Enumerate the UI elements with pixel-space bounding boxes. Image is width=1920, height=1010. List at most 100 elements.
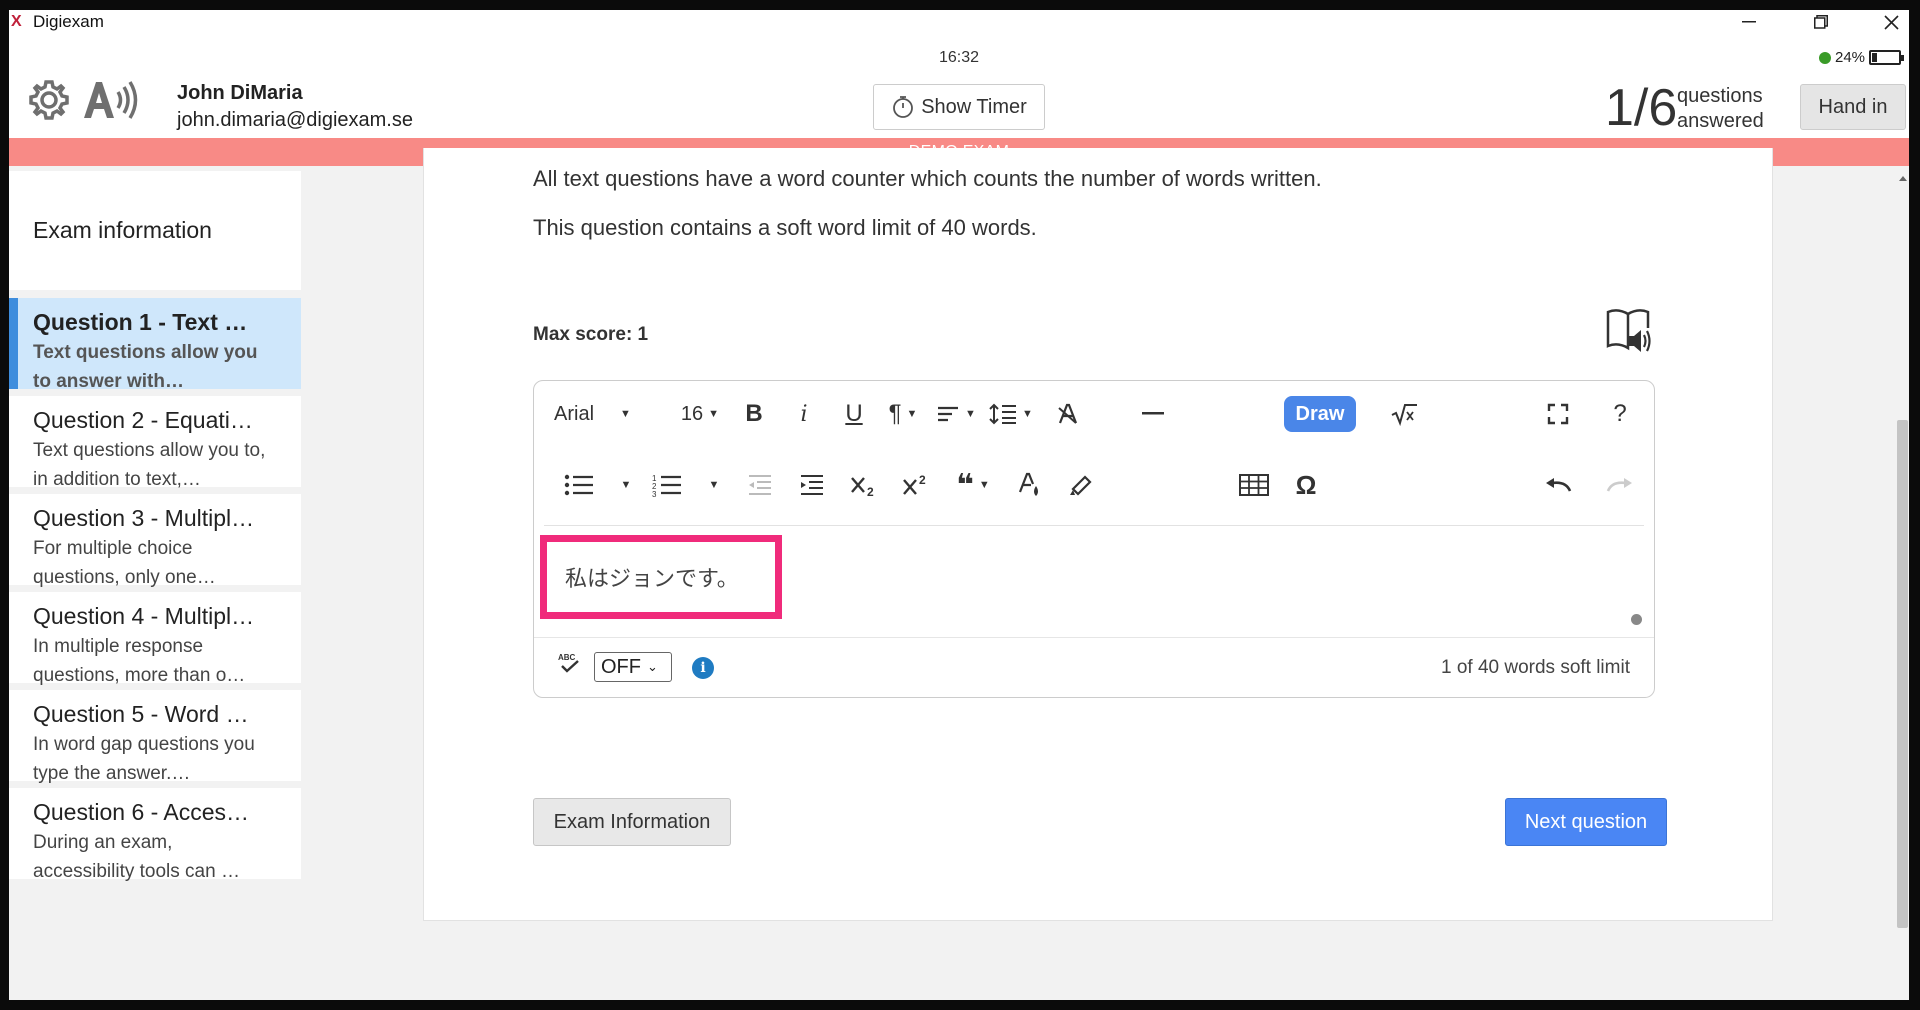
sidebar-item-summary: For multiple choice questions, only one… <box>33 538 216 588</box>
next-question-button[interactable]: Next question <box>1505 798 1667 846</box>
help-button[interactable]: ? <box>1600 394 1640 434</box>
sidebar-item-title: Question 5 - Word … <box>33 701 249 727</box>
sidebar-item-title: Question 6 - Acces… <box>33 799 250 825</box>
spellcheck-select[interactable]: OFF ⌄ <box>594 652 672 682</box>
answer-text-area[interactable]: 私はジョンです。 <box>540 535 782 619</box>
fullscreen-button[interactable] <box>1538 394 1578 434</box>
sidebar-item-summary: During an exam, accessibility tools can … <box>33 832 240 882</box>
font-family-select[interactable]: Arial ▼ <box>554 394 658 434</box>
battery-icon <box>1869 50 1905 65</box>
sidebar-item-question-6[interactable]: Question 6 - Acces… During an exam, acce… <box>9 788 301 882</box>
user-name: John DiMaria <box>177 82 303 104</box>
clock: 16:32 <box>939 49 980 66</box>
align-button[interactable]: ▼ <box>932 394 980 434</box>
special-characters-button[interactable]: Ω <box>1286 465 1326 505</box>
sidebar-item-label: Exam information <box>33 217 212 243</box>
footer-divider <box>534 637 1654 638</box>
subscript-button[interactable]: 2 <box>844 465 884 505</box>
window-titlebar: X Digiexam <box>9 10 1909 34</box>
read-aloud-button[interactable] <box>1604 306 1656 358</box>
sidebar-item-question-1[interactable]: Question 1 - Text … Text questions allow… <box>9 298 301 392</box>
bold-icon: B <box>745 400 763 427</box>
toolbar-divider <box>544 525 1644 526</box>
undo-icon <box>1546 478 1572 492</box>
chevron-down-icon: ▼ <box>906 408 918 420</box>
math-equation-button[interactable] <box>1384 394 1424 434</box>
horizontal-line-button[interactable] <box>1134 394 1174 434</box>
fullscreen-icon <box>1547 403 1569 425</box>
text-to-speech-button[interactable] <box>81 76 145 124</box>
clear-format-icon <box>1058 403 1078 424</box>
increase-indent-button[interactable] <box>792 465 832 505</box>
questions-answered-count: 1/6 <box>1605 79 1678 137</box>
book-speaker-icon <box>1606 309 1651 352</box>
app-window: X Digiexam 16:32 24% John DiMaria john.d… <box>9 10 1909 1000</box>
gear-icon <box>29 80 69 120</box>
sidebar-item-question-3[interactable]: Question 3 - Multipl… For multiple choic… <box>9 494 301 588</box>
sidebar-item-question-5[interactable]: Question 5 - Word … In word gap question… <box>9 690 301 784</box>
text-color-button[interactable] <box>1010 465 1050 505</box>
restore-icon <box>1814 15 1828 29</box>
chevron-down-icon: ▼ <box>708 479 720 491</box>
font-size-select[interactable]: 16 ▼ <box>674 394 726 434</box>
redo-button[interactable] <box>1600 465 1640 505</box>
exam-information-button[interactable]: Exam Information <box>533 798 731 846</box>
hand-in-button[interactable]: Hand in <box>1800 84 1906 130</box>
italic-button[interactable]: i <box>784 394 824 434</box>
line-height-button[interactable]: ▼ <box>986 394 1036 434</box>
battery-percent: 24% <box>1835 49 1866 66</box>
svg-text:3: 3 <box>652 490 657 497</box>
close-icon <box>1883 14 1899 30</box>
insert-table-button[interactable] <box>1234 465 1274 505</box>
underline-button[interactable]: U <box>834 394 874 434</box>
numbered-list-options[interactable]: ▼ <box>706 465 722 505</box>
bulleted-list-button[interactable] <box>562 465 596 505</box>
clear-formatting-button[interactable] <box>1048 394 1088 434</box>
answer-editor: Arial ▼ 16 ▼ B i U ¶ ▼ ▼ ▼ Draw ? ▼ 1 2 … <box>533 380 1655 698</box>
chevron-down-icon: ▼ <box>620 479 632 491</box>
indent-icon <box>801 475 823 495</box>
progress-label-line-1: questions <box>1677 85 1763 107</box>
numbered-list-button[interactable]: 123 <box>650 465 684 505</box>
superscript-button[interactable]: 2 <box>896 465 936 505</box>
quote-icon: ❝ <box>956 468 974 502</box>
resize-handle[interactable] <box>1631 614 1642 625</box>
font-family-value: Arial <box>554 402 595 425</box>
bulleted-list-icon <box>564 474 593 496</box>
chevron-down-icon: ▼ <box>978 479 990 491</box>
question-text-line-2: This question contains a soft word limit… <box>533 215 1037 240</box>
stopwatch-icon <box>893 96 914 118</box>
quote-button[interactable]: ❝ ▼ <box>948 465 998 505</box>
undo-button[interactable] <box>1538 465 1578 505</box>
align-left-icon <box>938 406 959 422</box>
scroll-up-arrow-icon[interactable] <box>1899 176 1907 181</box>
highlight-button[interactable] <box>1060 465 1100 505</box>
sidebar-item-title: Question 2 - Equati… <box>33 407 253 433</box>
bulleted-list-options[interactable]: ▼ <box>618 465 634 505</box>
sidebar-item-question-4[interactable]: Question 4 - Multipl… In multiple respon… <box>9 592 301 686</box>
decrease-indent-button[interactable] <box>740 465 780 505</box>
font-size-value: 16 <box>680 402 704 425</box>
paragraph-format-button[interactable]: ¶ ▼ <box>880 394 926 434</box>
help-icon: ? <box>1613 400 1627 427</box>
redo-icon <box>1606 478 1632 492</box>
square-root-icon <box>1391 404 1417 426</box>
bold-button[interactable]: B <box>734 394 774 434</box>
info-icon[interactable]: i <box>692 657 714 679</box>
maximize-button[interactable] <box>1791 10 1851 34</box>
scrollbar-thumb[interactable] <box>1897 420 1908 928</box>
minimize-icon <box>1742 21 1756 23</box>
max-score: Max score: 1 <box>533 324 649 345</box>
close-button[interactable] <box>1861 10 1909 34</box>
sidebar-item-title: Question 3 - Multipl… <box>33 505 255 531</box>
online-status-icon <box>1819 51 1831 64</box>
sidebar-item-exam-information[interactable]: Exam information <box>9 171 301 290</box>
settings-button[interactable] <box>27 78 71 122</box>
minimize-button[interactable] <box>1719 10 1779 34</box>
draw-button[interactable]: Draw <box>1284 396 1356 432</box>
show-timer-button[interactable]: Show Timer <box>873 84 1045 130</box>
app-header: 16:32 24% John DiMaria john.dimaria@digi… <box>9 34 1909 148</box>
highlighter-icon <box>1070 475 1092 496</box>
sidebar-item-question-2[interactable]: Question 2 - Equati… Text questions allo… <box>9 396 301 490</box>
outdent-icon <box>749 475 771 495</box>
